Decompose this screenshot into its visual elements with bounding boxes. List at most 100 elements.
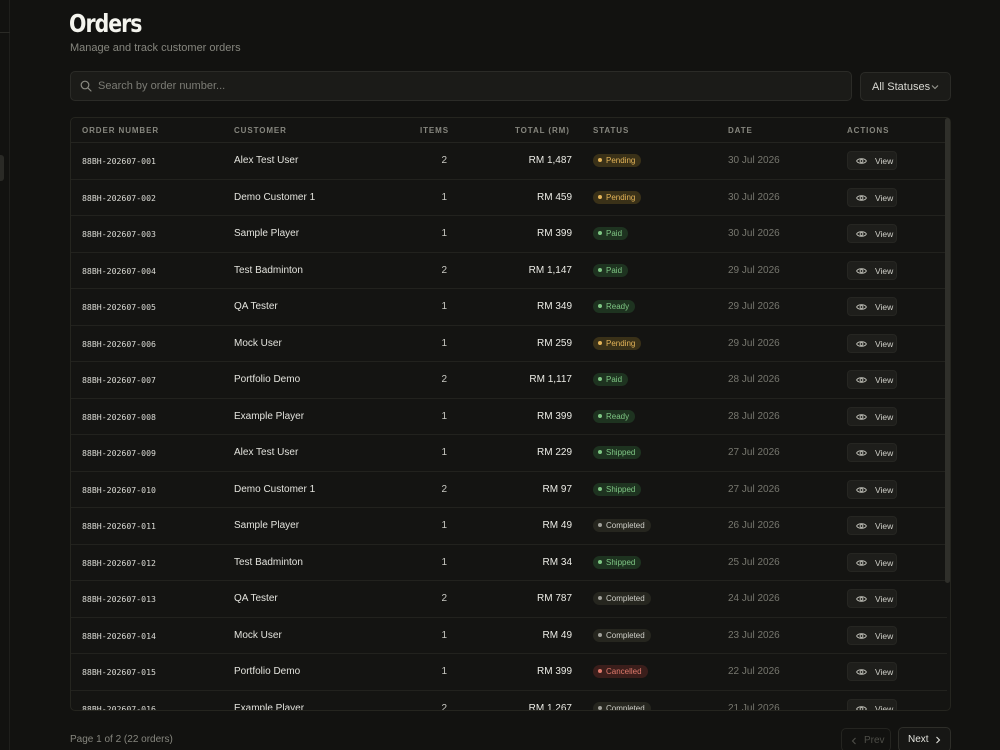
table-row[interactable]: 88BH-202607-010 Demo Customer 1 2 RM 97 Ship…	[71, 472, 947, 508]
order-total: RM 1,147	[528, 264, 572, 276]
table-row[interactable]: 88BH-202607-016 Example Player 2 RM 1,267 Co…	[71, 691, 947, 711]
order-date: 27 Jul 2026	[728, 447, 780, 458]
status-badge: Pending	[593, 190, 642, 204]
view-order-button[interactable]: View	[847, 552, 897, 572]
status-badge: Ready	[593, 409, 636, 423]
eye-icon	[856, 559, 867, 566]
eye-icon	[856, 267, 867, 274]
order-date: 28 Jul 2026	[728, 374, 780, 385]
sidebar-edge	[0, 0, 10, 750]
view-order-button[interactable]: View	[847, 370, 897, 389]
next-page-button[interactable]: Next	[898, 727, 951, 750]
order-number: 88BH-202607-008	[82, 411, 156, 422]
view-order-button[interactable]: View	[847, 151, 897, 170]
view-button-label: View	[875, 338, 894, 349]
customer-name: Demo Customer 1	[234, 483, 316, 495]
customer-name: Alex Test User	[234, 447, 299, 458]
table-row[interactable]: 88BH-202607-007 Portfolio Demo 2 RM 1,117 Pa…	[71, 362, 947, 399]
eye-icon	[856, 340, 867, 347]
table-row[interactable]: 88BH-202607-005 QA Tester 1 RM 349 Ready 29 J…	[71, 289, 947, 326]
status-label: Pending	[606, 156, 636, 165]
status-dot	[598, 194, 602, 199]
item-count: 1	[441, 301, 447, 312]
item-count: 1	[441, 410, 447, 422]
table-header: ORDER NUMBER CUSTOMER ITEMS TOTAL (RM) S…	[71, 118, 947, 143]
view-order-button[interactable]: View	[847, 698, 897, 710]
customer-name: Portfolio Demo	[234, 374, 301, 385]
view-order-button[interactable]: View	[847, 297, 897, 316]
column-header-actions: ACTIONS	[847, 126, 890, 135]
item-count: 1	[441, 629, 447, 641]
item-count: 2	[441, 155, 447, 166]
status-badge: Paid	[593, 227, 629, 240]
status-label: Ready	[606, 302, 630, 311]
order-total: RM 1,267	[528, 702, 572, 711]
table-row[interactable]: 88BH-202607-006 Mock User 1 RM 259 Pending 29…	[71, 326, 947, 362]
view-order-button[interactable]: View	[847, 479, 897, 499]
order-total: RM 459	[536, 191, 572, 203]
eye-icon	[856, 523, 867, 529]
column-header-date[interactable]: DATE	[728, 126, 753, 135]
eye-icon	[856, 632, 867, 639]
column-header-customer[interactable]: CUSTOMER	[234, 126, 287, 135]
status-badge: Completed	[593, 592, 651, 605]
table-scrollbar[interactable]	[945, 118, 950, 583]
customer-name: Portfolio Demo	[234, 666, 301, 677]
view-order-button[interactable]: View	[847, 443, 897, 462]
table-row[interactable]: 88BH-202607-015 Portfolio Demo 1 RM 399 Canc…	[71, 654, 947, 691]
view-order-button[interactable]: View	[847, 260, 897, 280]
pagination-info: Page 1 of 2 (22 orders)	[70, 734, 173, 745]
view-order-button[interactable]: View	[847, 516, 897, 535]
orders-table: ORDER NUMBER CUSTOMER ITEMS TOTAL (RM) S…	[70, 117, 951, 711]
status-badge: Paid	[593, 373, 629, 386]
order-total: RM 349	[536, 301, 572, 312]
table-row[interactable]: 88BH-202607-003 Sample Player 1 RM 399 Paid 3…	[71, 216, 947, 253]
order-number: 88BH-202607-016	[82, 703, 156, 711]
table-row[interactable]: 88BH-202607-011 Sample Player 1 RM 49 Comple…	[71, 508, 947, 545]
table-row[interactable]: 88BH-202607-002 Demo Customer 1 1 RM 459 Pen…	[71, 180, 947, 216]
view-order-button[interactable]: View	[847, 625, 897, 645]
view-order-button[interactable]: View	[847, 187, 897, 207]
column-header-items[interactable]: ITEMS	[420, 126, 449, 135]
table-row[interactable]: 88BH-202607-009 Alex Test User 1 RM 229 Ship…	[71, 435, 947, 472]
customer-name: Test Badminton	[234, 556, 303, 568]
sidebar-divider	[0, 32, 10, 33]
status-badge: Completed	[593, 519, 651, 532]
table-row[interactable]: 88BH-202607-008 Example Player 1 RM 399 Read…	[71, 399, 947, 435]
status-filter-select[interactable]: All Statuses	[860, 72, 951, 101]
status-label: Completed	[606, 630, 645, 640]
view-order-button[interactable]: View	[847, 333, 897, 353]
table-row[interactable]: 88BH-202607-012 Test Badminton 1 RM 34 Shipp…	[71, 545, 947, 581]
order-total: RM 49	[542, 520, 572, 531]
column-header-total[interactable]: TOTAL (RM)	[515, 126, 570, 135]
status-label: Ready	[606, 411, 630, 421]
table-row[interactable]: 88BH-202607-004 Test Badminton 2 RM 1,147 Pa…	[71, 253, 947, 289]
view-button-label: View	[875, 265, 894, 276]
order-number: 88BH-202607-009	[82, 448, 156, 458]
search-box[interactable]	[70, 71, 852, 101]
table-row[interactable]: 88BH-202607-001 Alex Test User 2 RM 1,487 Pe…	[71, 143, 947, 180]
view-order-button[interactable]: View	[847, 224, 897, 243]
status-dot	[598, 304, 602, 308]
order-number: 88BH-202607-002	[82, 192, 156, 203]
view-button-label: View	[875, 667, 894, 677]
order-date: 26 Jul 2026	[728, 520, 780, 531]
view-order-button[interactable]: View	[847, 589, 897, 608]
column-header-status[interactable]: STATUS	[593, 126, 629, 135]
search-input[interactable]	[98, 72, 838, 100]
table-row[interactable]: 88BH-202607-013 QA Tester 2 RM 787 Completed…	[71, 581, 947, 618]
table-row[interactable]: 88BH-202607-014 Mock User 1 RM 49 Completed 2…	[71, 618, 947, 654]
item-count: 1	[441, 228, 447, 239]
status-label: Pending	[606, 192, 636, 202]
prev-page-label: Prev	[864, 735, 885, 746]
column-header-order-number[interactable]: ORDER NUMBER	[82, 126, 159, 135]
order-number: 88BH-202607-001	[82, 156, 156, 166]
chevron-right-icon	[936, 736, 941, 744]
view-order-button[interactable]: View	[847, 406, 897, 426]
order-number: 88BH-202607-015	[82, 667, 156, 677]
view-order-button[interactable]: View	[847, 662, 897, 681]
order-date: 29 Jul 2026	[728, 264, 780, 276]
order-number: 88BH-202607-004	[82, 265, 156, 276]
status-label: Cancelled	[606, 667, 642, 676]
prev-page-button[interactable]: Prev	[841, 728, 891, 750]
